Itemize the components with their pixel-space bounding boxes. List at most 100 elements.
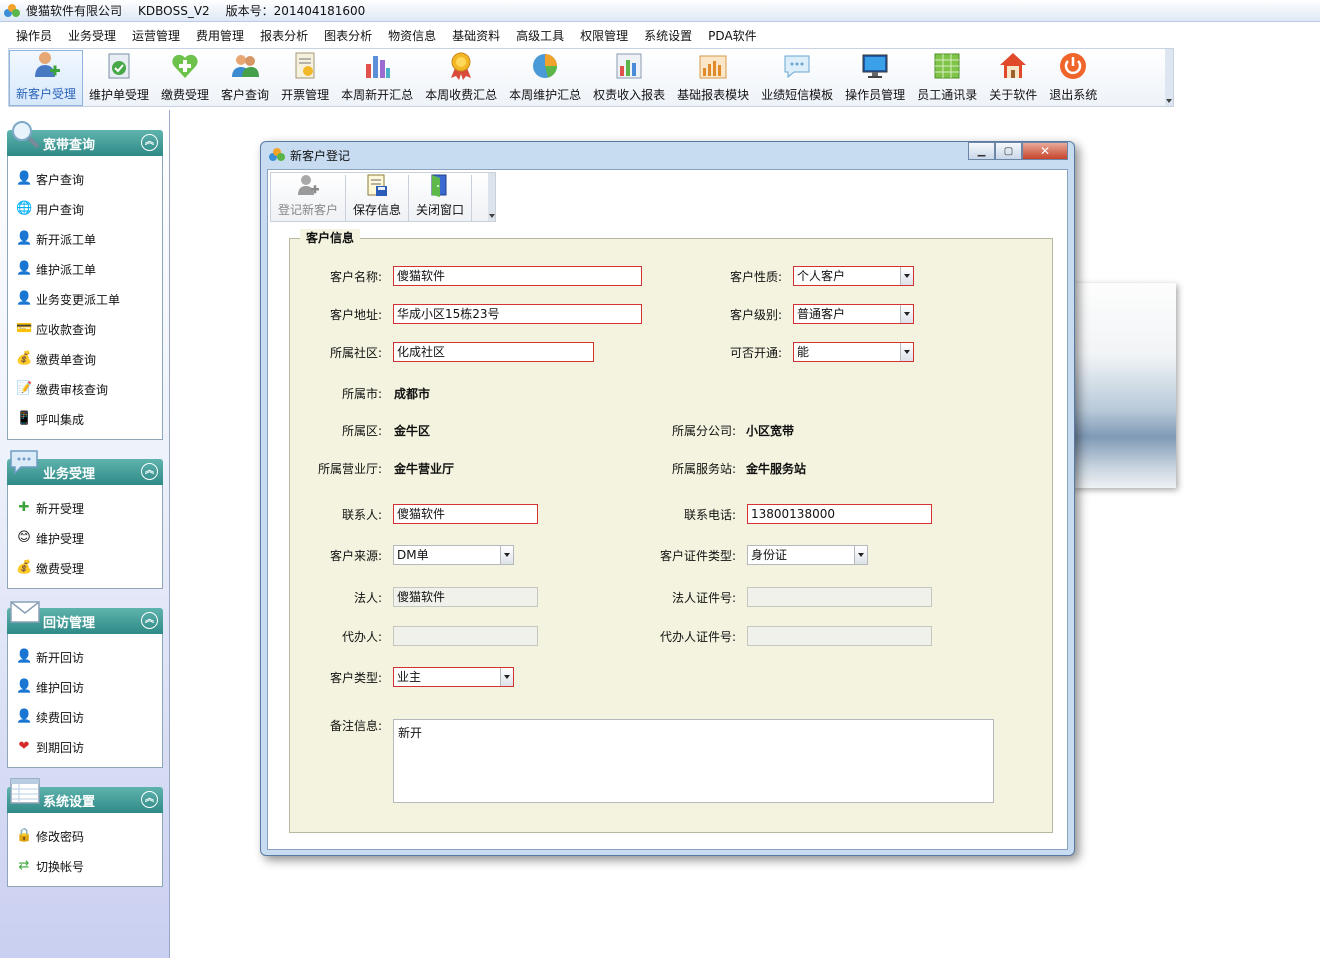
register-customer-button[interactable]: 登记新客户 bbox=[271, 175, 347, 221]
customer-name-input[interactable]: 傻猫软件 bbox=[393, 266, 642, 286]
chevron-up-icon[interactable]: ︽ bbox=[141, 791, 158, 808]
menu-operator[interactable]: 操作员 bbox=[8, 27, 60, 44]
sidebar-item-expiry-followup[interactable]: ❤ 到期回访 bbox=[8, 732, 162, 762]
user-icon: 👤 bbox=[16, 171, 33, 186]
exit-button[interactable]: 退出系统 bbox=[1043, 50, 1103, 106]
sidebar-item-switch-account[interactable]: ⇄ 切换帐号 bbox=[8, 851, 162, 881]
weekly-maintenance-summary-button[interactable]: 本周维护汇总 bbox=[503, 50, 587, 106]
minimize-icon[interactable]: ▁ bbox=[968, 142, 995, 160]
sidebar-item-payment-query[interactable]: 💰 缴费单查询 bbox=[8, 344, 162, 374]
chevron-down-icon[interactable] bbox=[900, 305, 913, 323]
legal-id-input[interactable] bbox=[747, 587, 932, 607]
sidebar-item-maintenance-business[interactable]: 😊 维护受理 bbox=[8, 523, 162, 553]
menu-advanced[interactable]: 高级工具 bbox=[508, 27, 572, 44]
operator-management-button[interactable]: 操作员管理 bbox=[839, 50, 911, 106]
menu-basedata[interactable]: 基础资料 bbox=[444, 27, 508, 44]
toolbar-overflow-grip[interactable] bbox=[1165, 49, 1173, 106]
menu-reports[interactable]: 报表分析 bbox=[252, 27, 316, 44]
source-select[interactable]: DM单 bbox=[393, 545, 514, 565]
dialog-content: 登记新客户 保存信息 关闭窗口 客户信息 客户名称: 傻猫软件 客户性质: 个人… bbox=[267, 169, 1068, 850]
close-window-button[interactable]: 关闭窗口 bbox=[409, 174, 473, 221]
sidebar-item-receivables-query[interactable]: 💳 应收款查询 bbox=[8, 314, 162, 344]
bar-report-icon bbox=[698, 50, 728, 82]
customer-info-legend: 客户信息 bbox=[300, 229, 361, 246]
sidebar-group-header[interactable]: 回访管理 ︽ bbox=[7, 601, 163, 634]
agent-input[interactable] bbox=[393, 626, 538, 646]
sidebar-item-user-query[interactable]: 🌐 用户查询 bbox=[8, 194, 162, 224]
chevron-down-icon[interactable] bbox=[854, 546, 867, 564]
phone-input[interactable]: 13800138000 bbox=[747, 504, 932, 524]
weekly-fee-summary-button[interactable]: 本周收费汇总 bbox=[419, 50, 503, 106]
about-button[interactable]: 关于软件 bbox=[983, 50, 1043, 106]
menu-pda[interactable]: PDA软件 bbox=[700, 27, 764, 44]
chevron-down-icon[interactable] bbox=[900, 343, 913, 361]
menu-operations[interactable]: 运营管理 bbox=[124, 27, 188, 44]
sidebar-group-header[interactable]: 系统设置 ︽ bbox=[7, 778, 163, 813]
remark-textarea[interactable]: 新开 bbox=[393, 719, 994, 803]
maintenance-order-button[interactable]: 维护单受理 bbox=[83, 50, 155, 106]
weekly-new-summary-button[interactable]: 本周新开汇总 bbox=[335, 50, 419, 106]
company-name: 傻猫软件有限公司 bbox=[26, 4, 123, 18]
sidebar-item-customer-query[interactable]: 👤 客户查询 bbox=[8, 164, 162, 194]
dialog-title-bar[interactable]: 新客户登记 bbox=[261, 142, 1074, 168]
user-icon: 👤 bbox=[16, 261, 33, 276]
openable-select[interactable]: 能 bbox=[793, 342, 914, 362]
sidebar-group-header[interactable]: 宽带查询 ︽ bbox=[7, 121, 163, 156]
sidebar-item-new-business[interactable]: ✚ 新开受理 bbox=[8, 493, 162, 523]
customer-query-button[interactable]: 客户查询 bbox=[215, 50, 275, 106]
sidebar-item-change-work-order[interactable]: 👤 业务变更派工单 bbox=[8, 284, 162, 314]
sidebar-group-broadband-query: 宽带查询 ︽ 👤 客户查询 🌐 用户查询 👤 新开派工单 👤 维护派工单 👤 业务变更派工… bbox=[7, 121, 163, 440]
customer-address-label: 客户地址: bbox=[329, 308, 382, 322]
sms-template-button[interactable]: 业绩短信模板 bbox=[755, 50, 839, 106]
phone-label: 联系电话: bbox=[683, 508, 736, 522]
sidebar-item-call-integration[interactable]: 📱 呼叫集成 bbox=[8, 404, 162, 434]
base-report-button[interactable]: 基础报表模块 bbox=[671, 50, 755, 106]
invoice-button[interactable]: 开票管理 bbox=[275, 50, 335, 106]
customer-address-input[interactable]: 华成小区15栋23号 bbox=[393, 304, 642, 324]
community-label: 所属社区: bbox=[329, 346, 382, 360]
sidebar-item-change-password[interactable]: 🔒 修改密码 bbox=[8, 821, 162, 851]
chevron-up-icon[interactable]: ︽ bbox=[141, 463, 158, 480]
payment-button[interactable]: 缴费受理 bbox=[155, 50, 215, 106]
customer-type-label: 客户类型: bbox=[329, 671, 382, 685]
contact-input[interactable]: 傻猫软件 bbox=[393, 504, 538, 524]
menu-settings[interactable]: 系统设置 bbox=[636, 27, 700, 44]
save-info-button[interactable]: 保存信息 bbox=[346, 174, 410, 221]
customer-type-select[interactable]: 业主 bbox=[393, 667, 514, 687]
income-report-button[interactable]: 权责收入报表 bbox=[587, 50, 671, 106]
sidebar-item-new-work-order[interactable]: 👤 新开派工单 bbox=[8, 224, 162, 254]
customer-level-select[interactable]: 普通客户 bbox=[793, 304, 914, 324]
menu-charts[interactable]: 图表分析 bbox=[316, 27, 380, 44]
close-icon[interactable]: ✕ bbox=[1022, 142, 1068, 160]
magnifier-icon bbox=[9, 118, 41, 150]
menu-business[interactable]: 业务受理 bbox=[60, 27, 124, 44]
envelope-icon bbox=[9, 596, 41, 628]
chevron-down-icon[interactable] bbox=[500, 668, 513, 686]
maximize-icon[interactable]: ▢ bbox=[995, 142, 1022, 160]
toolbar-overflow-grip[interactable] bbox=[488, 173, 495, 221]
menu-materials[interactable]: 物资信息 bbox=[380, 27, 444, 44]
staff-directory-button[interactable]: 员工通讯录 bbox=[911, 50, 983, 106]
sidebar-item-payment-audit[interactable]: 📝 缴费审核查询 bbox=[8, 374, 162, 404]
community-input[interactable]: 化成社区 bbox=[393, 342, 594, 362]
sidebar-item-new-followup[interactable]: 👤 新开回访 bbox=[8, 642, 162, 672]
chevron-down-icon[interactable] bbox=[500, 546, 513, 564]
sidebar-item-renewal-followup[interactable]: 👤 续费回访 bbox=[8, 702, 162, 732]
menu-permissions[interactable]: 权限管理 bbox=[572, 27, 636, 44]
agent-id-label: 代办人证件号: bbox=[659, 630, 736, 644]
customer-nature-select[interactable]: 个人客户 bbox=[793, 266, 914, 286]
legal-person-input[interactable]: 傻猫软件 bbox=[393, 587, 538, 607]
sidebar-item-maintenance-work-order[interactable]: 👤 维护派工单 bbox=[8, 254, 162, 284]
chevron-up-icon[interactable]: ︽ bbox=[141, 612, 158, 629]
agent-id-input[interactable] bbox=[747, 626, 932, 646]
menu-fees[interactable]: 费用管理 bbox=[188, 27, 252, 44]
branch-label: 所属分公司: bbox=[671, 424, 736, 438]
sidebar-group-header[interactable]: 业务受理 ︽ bbox=[7, 450, 163, 485]
sidebar-item-payment-business[interactable]: 💰 缴费受理 bbox=[8, 553, 162, 583]
id-type-select[interactable]: 身份证 bbox=[747, 545, 868, 565]
edit-icon: 📝 bbox=[16, 381, 33, 396]
new-customer-button[interactable]: 新客户受理 bbox=[9, 50, 84, 106]
sidebar-item-maintenance-followup[interactable]: 👤 维护回访 bbox=[8, 672, 162, 702]
chevron-down-icon[interactable] bbox=[900, 267, 913, 285]
chevron-up-icon[interactable]: ︽ bbox=[141, 134, 158, 151]
